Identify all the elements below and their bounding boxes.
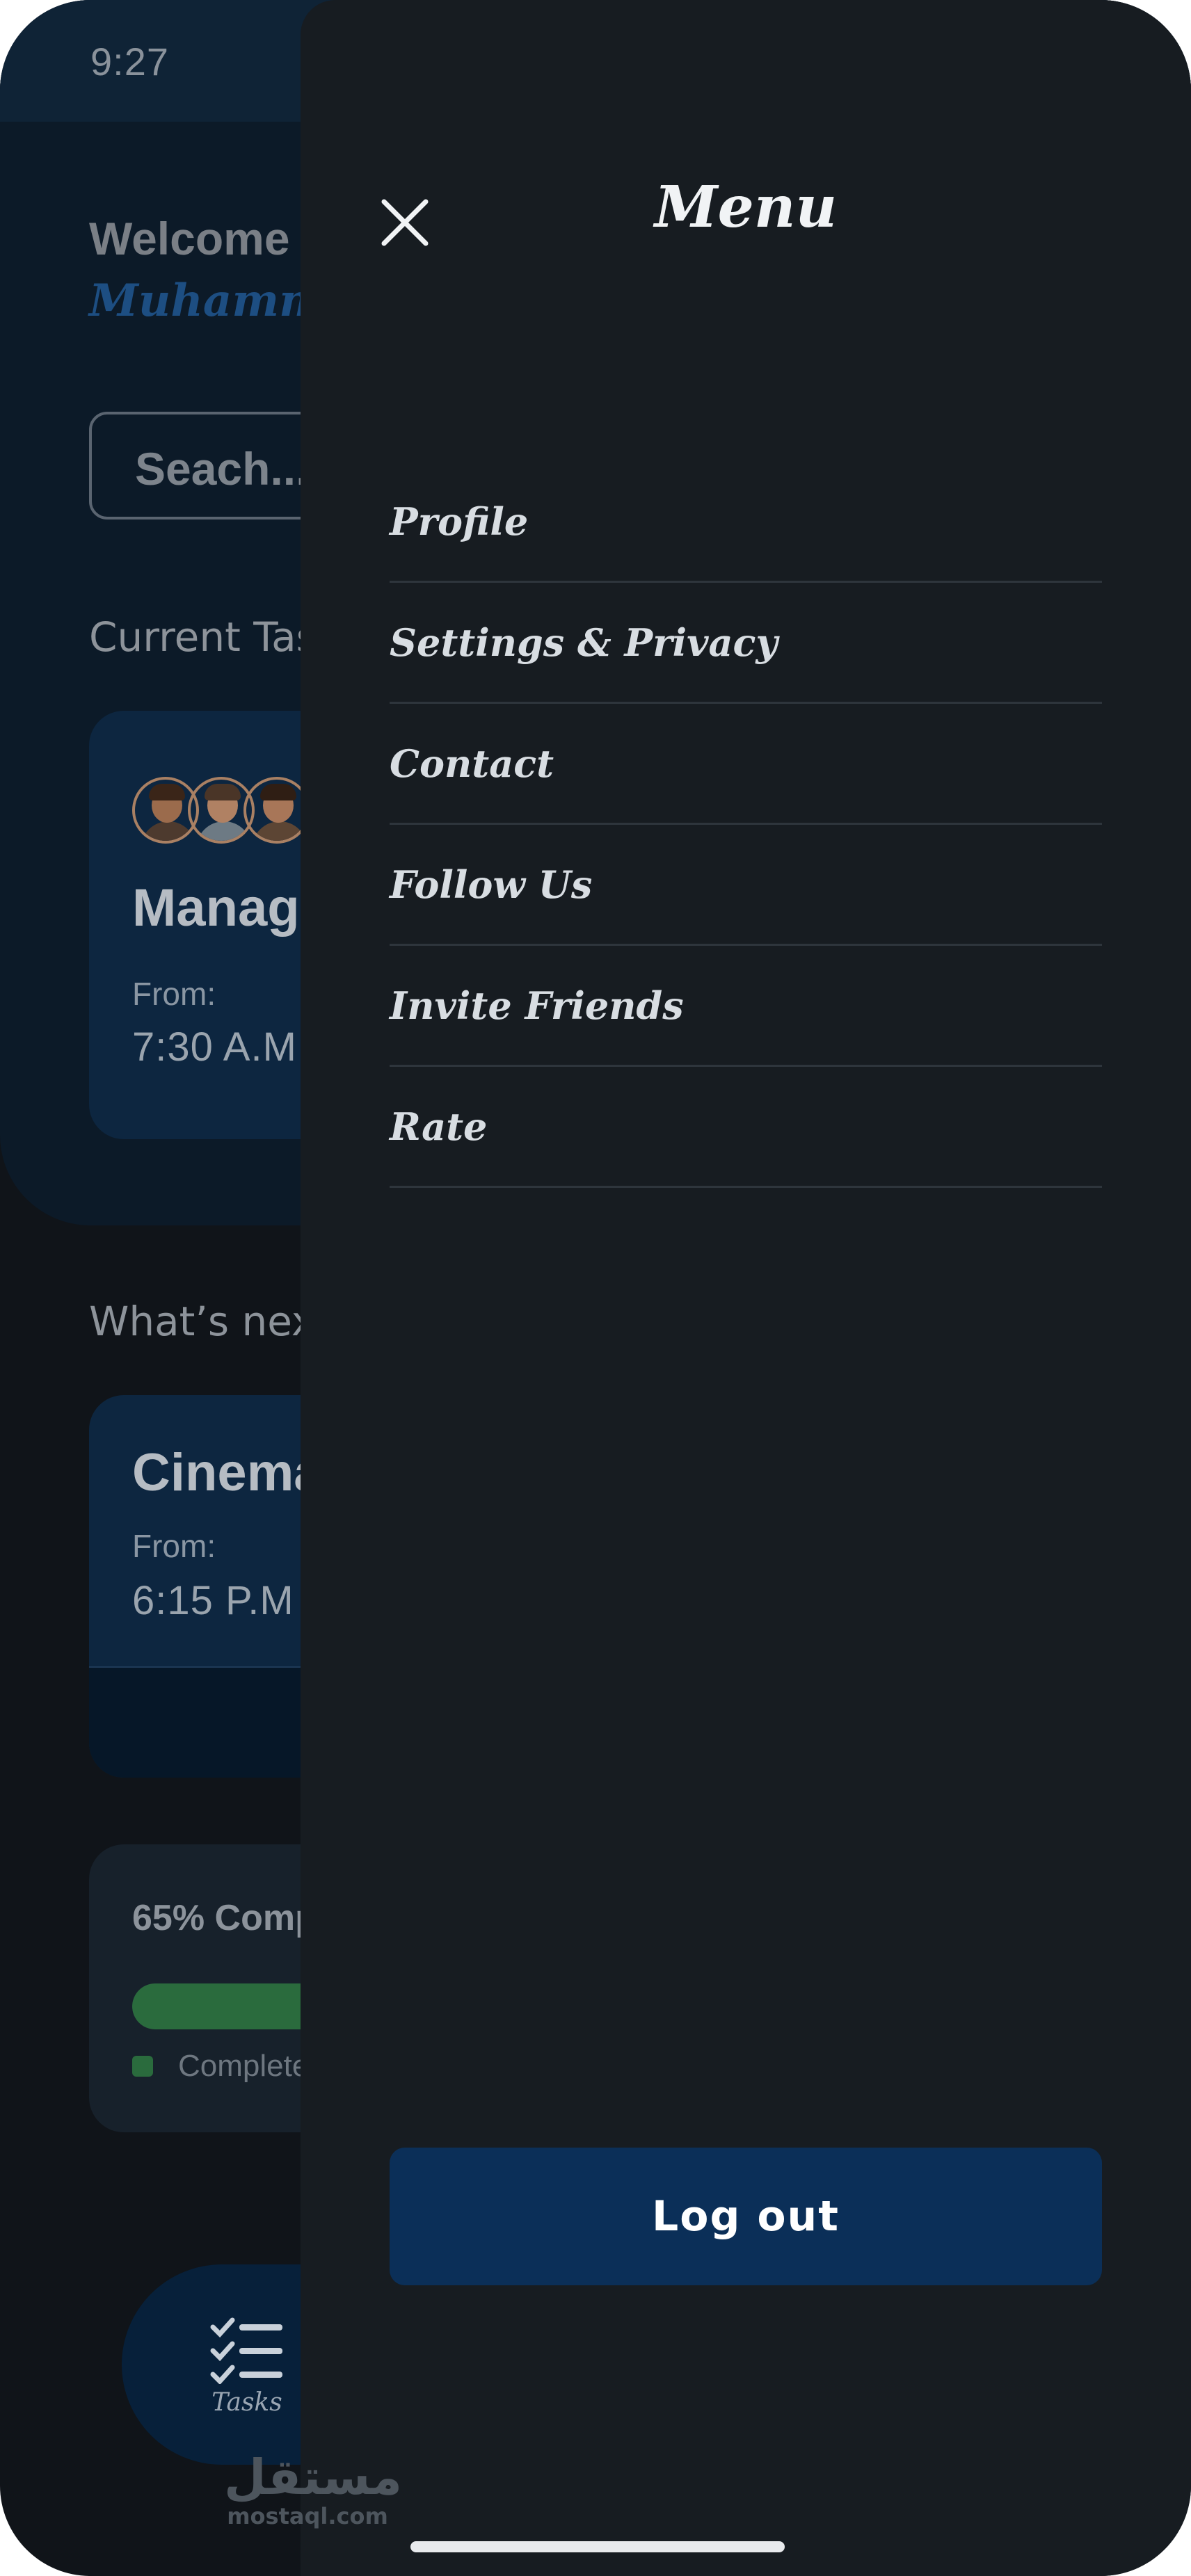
watermark-latin: mostaql.com (227, 2503, 388, 2529)
menu-item-label: Follow Us (390, 862, 593, 907)
menu-item-label: Invite Friends (390, 983, 684, 1028)
menu-item-label: Settings & Privacy (390, 620, 778, 665)
tasks-icon[interactable] (205, 2315, 289, 2388)
menu-item-rate[interactable]: Rate (390, 1067, 1102, 1188)
search-placeholder: Seach... (135, 443, 309, 494)
status-time: 9:27 (90, 40, 169, 83)
menu-item-contact[interactable]: Contact (390, 704, 1102, 825)
task-from-label: From: (132, 976, 216, 1012)
task-title: Cinema (132, 1443, 323, 1502)
menu-item-invite-friends[interactable]: Invite Friends (390, 946, 1102, 1067)
task-title: Manage (132, 878, 329, 937)
whats-next-title: What’s next (89, 1298, 331, 1345)
watermark-arabic: مستقل (224, 2449, 403, 2506)
menu-list: Profile Settings & Privacy Contact Follo… (390, 462, 1102, 1188)
menu-item-settings-privacy[interactable]: Settings & Privacy (390, 583, 1102, 704)
menu-drawer: Menu Profile Settings & Privacy Contact … (301, 0, 1191, 2576)
menu-item-label: Profile (390, 499, 529, 544)
legend-swatch (132, 2056, 153, 2077)
menu-item-profile[interactable]: Profile (390, 462, 1102, 583)
menu-item-follow-us[interactable]: Follow Us (390, 825, 1102, 946)
task-from-time: 6:15 P.M (132, 1578, 294, 1623)
task-from-label: From: (132, 1528, 216, 1564)
avatar-group (132, 777, 327, 846)
task-from-time: 7:30 A.M (132, 1024, 297, 1070)
welcome-text: Welcome (89, 213, 290, 264)
phone-screen: 9:27 Welcome Muhammad Seach... Current T… (0, 0, 1191, 2576)
menu-title: Menu (654, 174, 838, 241)
watermark-logo: مستقل mostaql.com (224, 2449, 403, 2529)
menu-item-label: Rate (390, 1104, 488, 1149)
nav-tasks-label[interactable]: Tasks (205, 2388, 289, 2417)
menu-item-label: Contact (390, 741, 554, 786)
logout-button[interactable]: Log out (390, 2148, 1102, 2285)
home-indicator[interactable] (410, 2541, 785, 2552)
